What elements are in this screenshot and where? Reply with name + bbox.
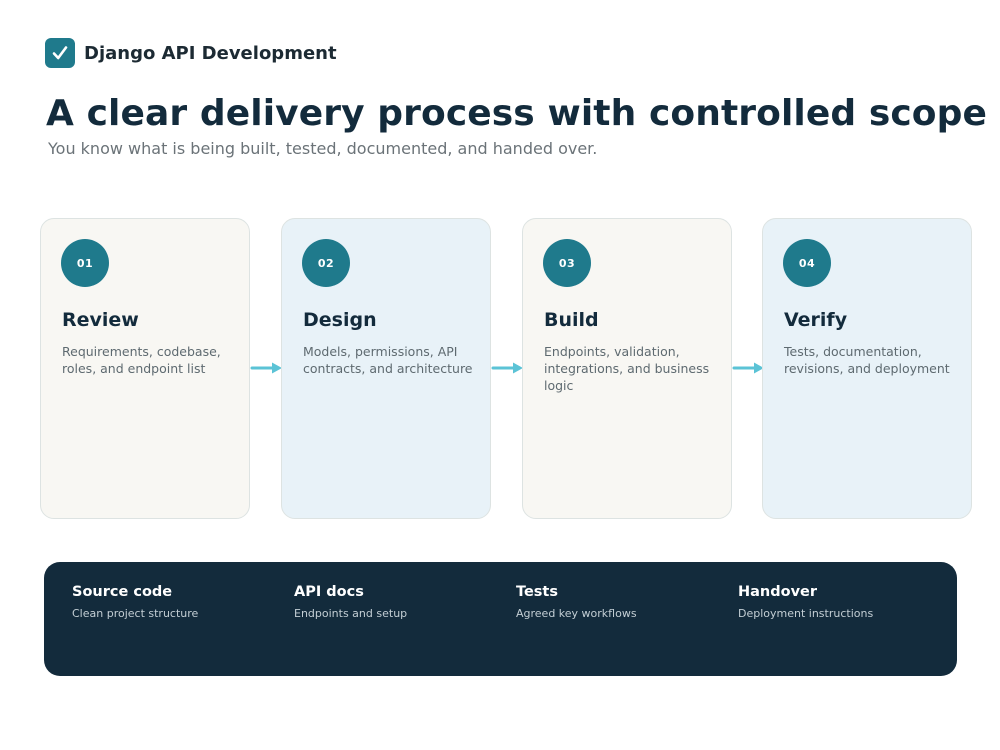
arrow-right-icon <box>732 362 764 374</box>
deliverable-title: API docs <box>294 584 364 600</box>
page-subtitle: You know what is being built, tested, do… <box>48 139 598 158</box>
checkbox-check-icon <box>45 38 75 68</box>
deliverable-description: Deployment instructions <box>738 607 874 620</box>
step-number-badge: 03 <box>543 239 591 287</box>
deliverable-title: Tests <box>516 584 558 600</box>
brand: Django API Development <box>45 38 337 68</box>
page-title: A clear delivery process with controlled… <box>46 93 988 134</box>
step-description: Requirements, codebase, roles, and endpo… <box>62 344 221 376</box>
step-title: Verify <box>784 309 848 331</box>
step-description: Tests, documentation, revisions, and dep… <box>784 344 950 376</box>
process-steps: 01 Review Requirements, codebase, roles,… <box>40 218 972 520</box>
deliverable-source-code: Source code Clean project structure <box>72 584 198 620</box>
step-description: Models, permissions, API contracts, and … <box>303 344 473 376</box>
step-card-verify: 04 Verify Tests, documentation, revision… <box>762 218 972 519</box>
step-card-design: 02 Design Models, permissions, API contr… <box>281 218 491 519</box>
step-title: Design <box>303 309 377 331</box>
deliverable-tests: Tests Agreed key workflows <box>516 584 637 620</box>
deliverable-description: Clean project structure <box>72 607 199 620</box>
deliverable-handover: Handover Deployment instructions <box>738 584 873 620</box>
deliverables-panel: Source code Clean project structure API … <box>44 562 957 676</box>
step-number-badge: 01 <box>61 239 109 287</box>
deliverable-title: Handover <box>738 584 818 600</box>
arrow-right-icon <box>250 362 282 374</box>
step-title: Review <box>62 309 139 331</box>
deliverable-api-docs: API docs Endpoints and setup <box>294 584 407 620</box>
deliverable-description: Endpoints and setup <box>294 607 408 620</box>
step-card-review: 01 Review Requirements, codebase, roles,… <box>40 218 250 519</box>
step-title: Build <box>544 309 599 331</box>
step-number-badge: 02 <box>302 239 350 287</box>
deliverable-title: Source code <box>72 584 173 600</box>
brand-name: Django API Development <box>84 42 337 64</box>
step-card-build: 03 Build Endpoints, validation, integrat… <box>522 218 732 519</box>
step-description: Endpoints, validation, integrations, and… <box>544 344 710 393</box>
step-number-badge: 04 <box>783 239 831 287</box>
arrow-right-icon <box>491 362 523 374</box>
deliverable-description: Agreed key workflows <box>516 607 637 620</box>
